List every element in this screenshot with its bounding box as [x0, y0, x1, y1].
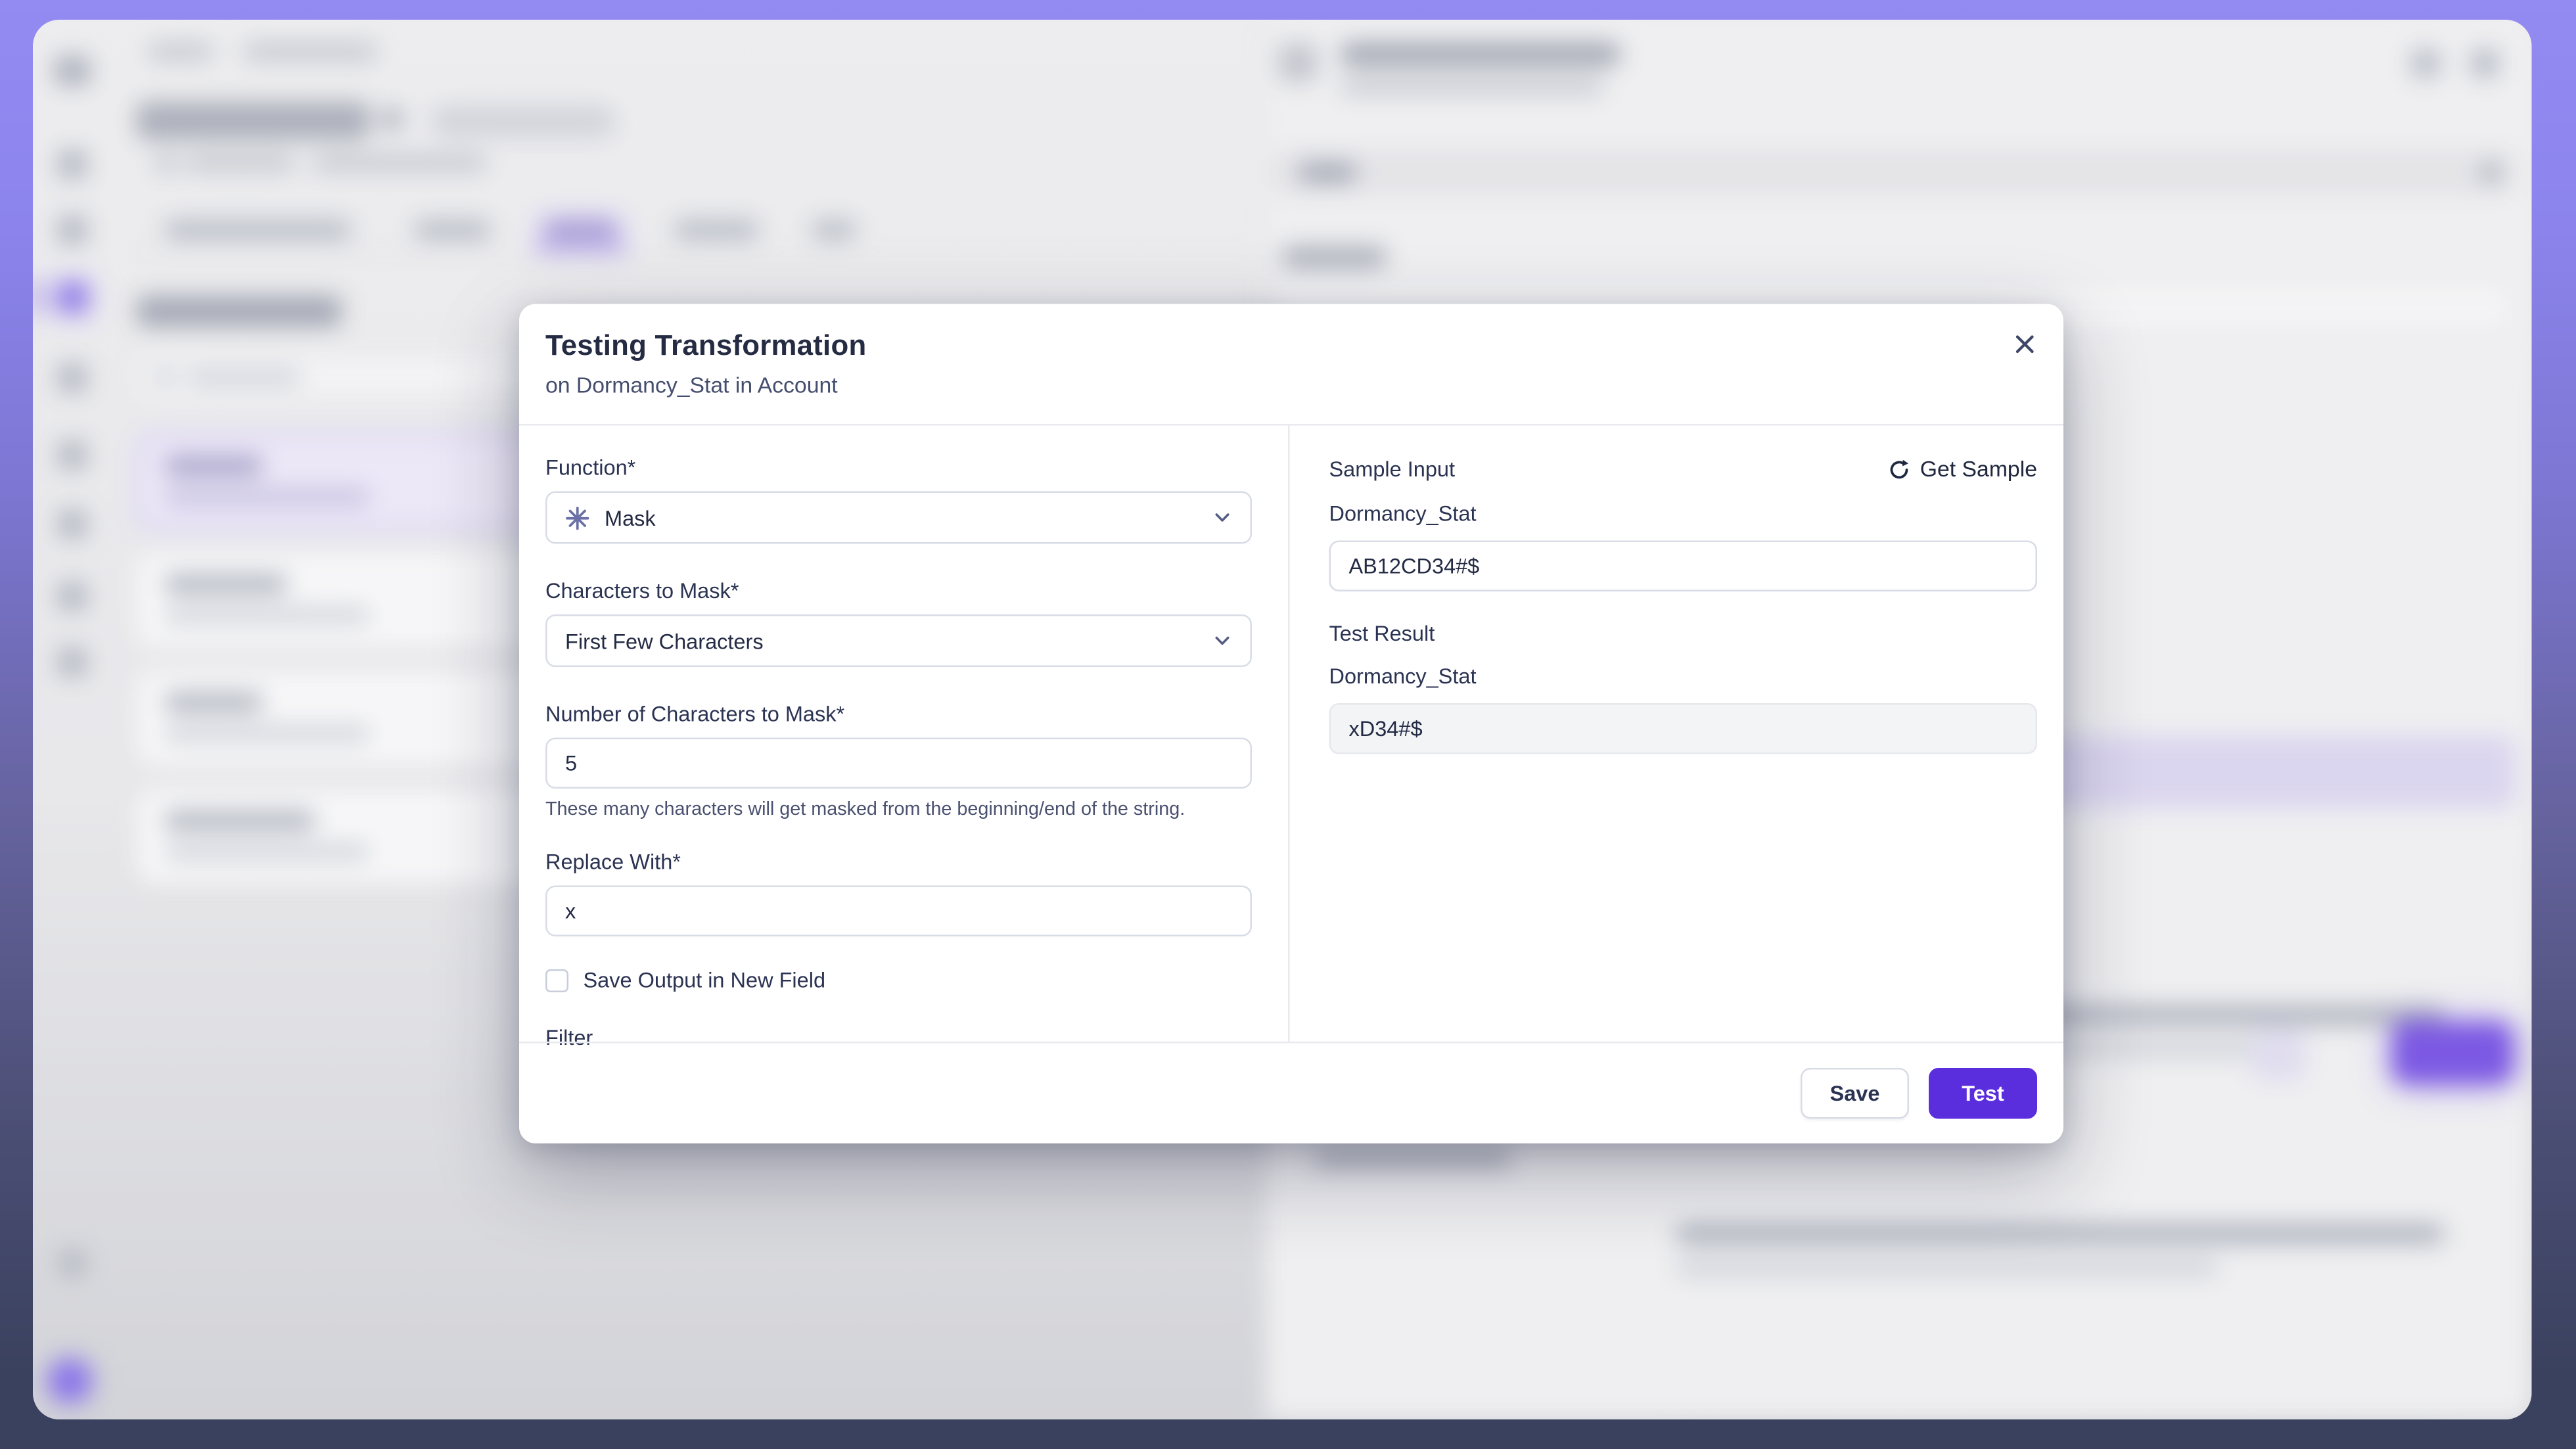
get-sample-label: Get Sample [1920, 457, 2037, 482]
characters-to-mask-select[interactable]: First Few Characters [545, 614, 1252, 667]
transformation-form: Function* Mask Characters to Ma [519, 426, 1288, 1042]
close-button[interactable] [2006, 325, 2042, 361]
sample-input-field[interactable] [1329, 541, 2038, 592]
test-button-label: Test [1962, 1081, 2004, 1106]
function-value: Mask [605, 505, 656, 530]
sample-field-label: Dormancy_Stat [1329, 501, 2038, 526]
sample-input-label: Sample Input [1329, 457, 1456, 482]
test-result-label: Test Result [1329, 621, 2038, 646]
save-output-checkbox[interactable] [545, 969, 568, 992]
close-icon [2012, 331, 2036, 356]
testing-transformation-modal: Testing Transformation on Dormancy_Stat … [519, 304, 2063, 1144]
screen: Testing Transformation on Dormancy_Stat … [0, 0, 2576, 1449]
refresh-icon [1887, 457, 1910, 480]
test-button[interactable]: Test [1929, 1068, 2037, 1119]
modal-title: Testing Transformation [545, 329, 2037, 363]
characters-to-mask-value: First Few Characters [565, 628, 764, 653]
chevron-down-icon [1212, 631, 1232, 651]
number-of-characters-label: Number of Characters to Mask* [545, 702, 1252, 727]
modal-footer: Save Test [519, 1042, 2063, 1143]
replace-with-label: Replace With* [545, 850, 1252, 875]
result-field-label: Dormancy_Stat [1329, 664, 2038, 689]
modal-header: Testing Transformation on Dormancy_Stat … [519, 304, 2063, 426]
save-button[interactable]: Save [1801, 1068, 1909, 1119]
number-of-characters-helper: These many characters will get masked fr… [545, 800, 1252, 820]
characters-to-mask-label: Characters to Mask* [545, 578, 1252, 603]
modal-subtitle: on Dormancy_Stat in Account [545, 373, 2037, 398]
save-output-checkbox-row[interactable]: Save Output in New Field [545, 968, 1252, 993]
get-sample-button[interactable]: Get Sample [1887, 457, 2037, 482]
save-output-checkbox-label: Save Output in New Field [584, 968, 826, 993]
sample-and-result: Sample Input Get Sample Dormancy_Stat Te [1288, 426, 2063, 1042]
chevron-down-icon [1212, 508, 1232, 528]
modal-body: Function* Mask Characters to Ma [519, 426, 2063, 1042]
function-label: Function* [545, 455, 1252, 480]
test-result-output: xD34#$ [1329, 703, 2038, 754]
number-of-characters-input[interactable] [545, 738, 1252, 789]
mask-function-icon [565, 505, 590, 530]
save-button-label: Save [1830, 1081, 1880, 1106]
function-select[interactable]: Mask [545, 492, 1252, 544]
replace-with-input[interactable] [545, 886, 1252, 937]
